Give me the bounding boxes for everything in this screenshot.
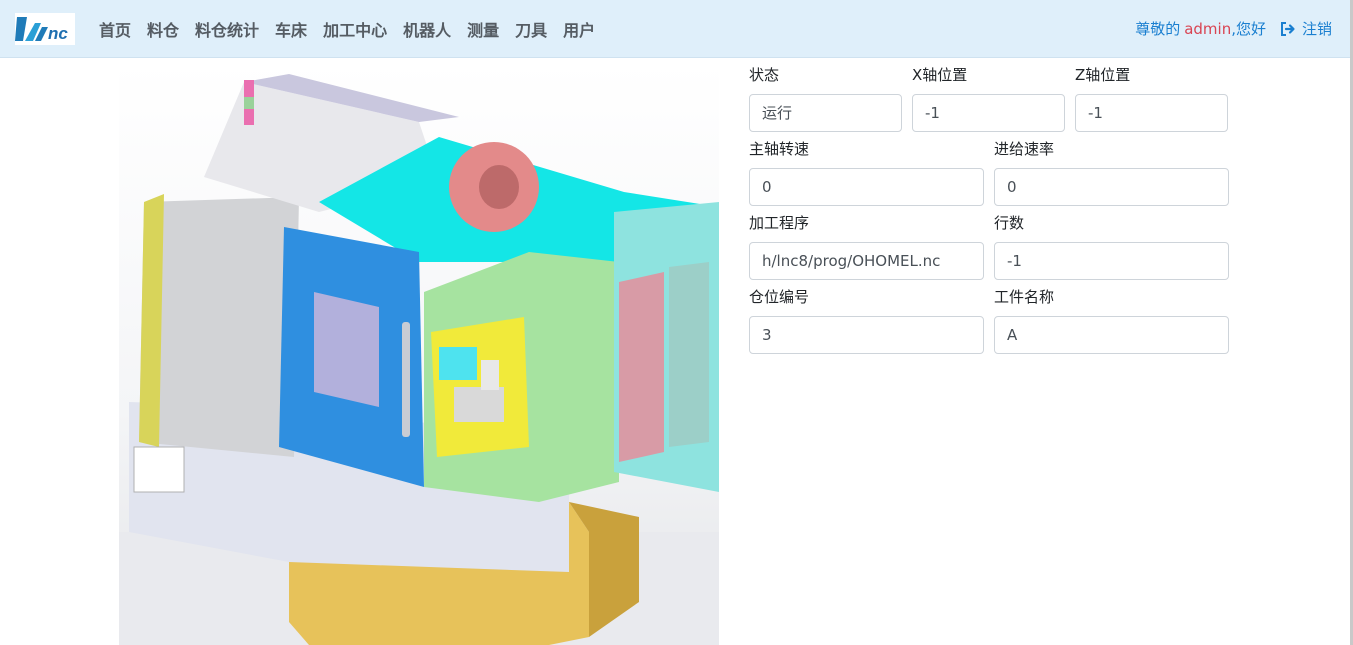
program-label: 加工程序 <box>749 214 810 232</box>
user-greeting: 尊敬的 admin ,您好 注销 <box>1135 0 1332 57</box>
z-position-label: Z轴位置 <box>1075 66 1131 84</box>
nav-measure[interactable]: 测量 <box>467 17 499 41</box>
nav-lathe[interactable]: 车床 <box>275 17 307 41</box>
line-number-field[interactable]: -1 <box>994 242 1229 280</box>
nav-home[interactable]: 首页 <box>99 17 131 41</box>
spindle-speed-field[interactable]: 0 <box>749 168 984 206</box>
nav-bin-stats[interactable]: 料仓统计 <box>195 17 259 41</box>
logout-label: 注销 <box>1301 20 1332 38</box>
cnc-lathe-illustration <box>119 74 719 645</box>
sign-out-icon <box>1280 21 1295 36</box>
feed-rate-label: 进给速率 <box>994 140 1055 158</box>
status-label: 状态 <box>749 66 780 84</box>
lnc-logo[interactable]: nc <box>15 13 75 45</box>
part-name-field[interactable]: A <box>994 316 1229 354</box>
feed-rate-field[interactable]: 0 <box>994 168 1229 206</box>
nav-machining-center[interactable]: 加工中心 <box>323 17 387 41</box>
username: admin <box>1184 19 1232 38</box>
x-position-label: X轴位置 <box>912 66 968 84</box>
nav-tools[interactable]: 刀具 <box>515 17 547 41</box>
main-nav: 首页 料仓 料仓统计 车床 加工中心 机器人 测量 刀具 用户 <box>99 0 611 57</box>
nav-robot[interactable]: 机器人 <box>403 17 451 41</box>
top-navbar: nc 首页 料仓 料仓统计 车床 加工中心 机器人 测量 刀具 用户 尊敬的 a… <box>0 0 1353 58</box>
greeting-suffix: ,您好 <box>1231 20 1266 38</box>
spindle-speed-label: 主轴转速 <box>749 140 810 158</box>
z-position-field[interactable]: -1 <box>1075 94 1228 132</box>
status-field[interactable]: 运行 <box>749 94 902 132</box>
nav-material-bin[interactable]: 料仓 <box>147 17 179 41</box>
slot-number-field[interactable]: 3 <box>749 316 984 354</box>
svg-text:nc: nc <box>48 24 68 43</box>
part-name-label: 工件名称 <box>994 288 1055 306</box>
slot-number-label: 仓位编号 <box>749 288 810 306</box>
machine-image <box>119 62 719 645</box>
nav-users[interactable]: 用户 <box>563 17 595 41</box>
logout-button[interactable]: 注销 <box>1280 18 1332 39</box>
program-field[interactable]: h/lnc8/prog/OHOMEL.nc <box>749 242 984 280</box>
x-position-field[interactable]: -1 <box>912 94 1065 132</box>
greeting-prefix: 尊敬的 <box>1135 20 1181 38</box>
line-number-label: 行数 <box>994 214 1025 232</box>
